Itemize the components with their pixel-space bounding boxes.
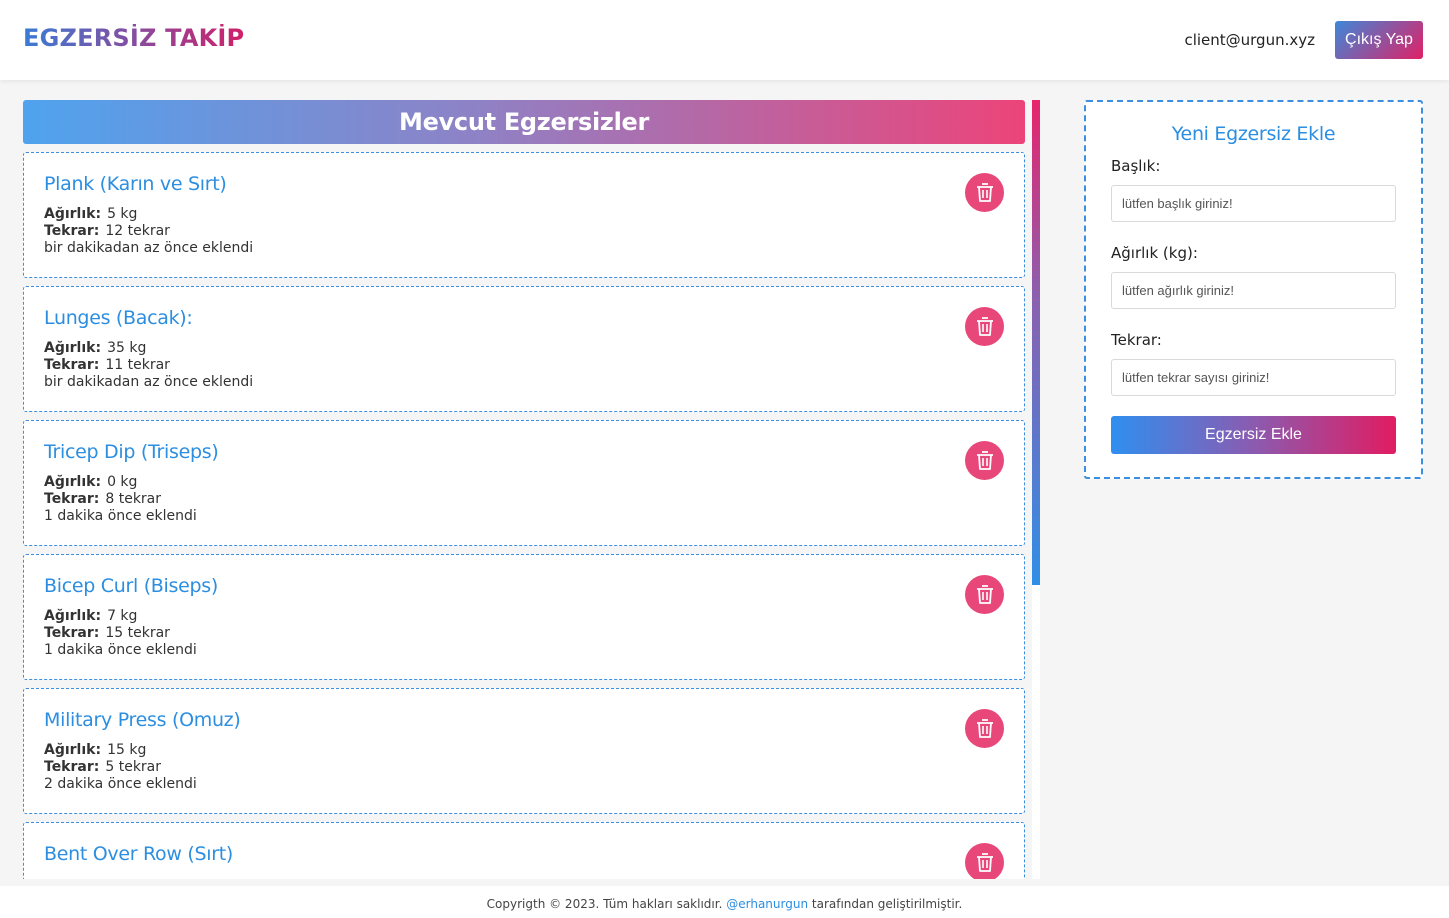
weight-label: Ağırlık (kg):: [1111, 244, 1198, 262]
exercise-timestamp: 2 dakika önce eklendi: [44, 776, 197, 792]
trash-icon: [976, 316, 993, 336]
exercise-weight: Ağırlık: 15 kg: [44, 742, 146, 758]
trash-icon: [976, 852, 993, 872]
exercise-reps: Tekrar: 8 tekrar: [44, 491, 161, 507]
logout-button[interactable]: Çıkış Yap: [1335, 21, 1423, 59]
exercise-card: Plank (Karın ve Sırt) Ağırlık: 5 kg Tekra…: [23, 152, 1025, 278]
author-link[interactable]: @erhanurgun: [726, 897, 808, 911]
exercise-weight: Ağırlık: 7 kg: [44, 608, 137, 624]
top-navbar: EGZERSİZ TAKİP client@urgun.xyz Çıkış Ya…: [0, 0, 1449, 80]
exercise-title: Lunges (Bacak):: [44, 307, 193, 329]
delete-exercise-button[interactable]: [965, 307, 1004, 346]
weight-value: 5 kg: [107, 206, 138, 222]
exercise-reps: Tekrar: 5 tekrar: [44, 759, 161, 775]
exercise-reps: Tekrar: 15 tekrar: [44, 625, 170, 641]
reps-label: Tekrar:: [44, 357, 100, 373]
reps-value: 15 tekrar: [105, 625, 170, 641]
trash-icon: [976, 718, 993, 738]
reps-value: 11 tekrar: [105, 357, 170, 373]
exercise-timestamp: bir dakikadan az önce eklendi: [44, 240, 254, 256]
exercise-reps: Tekrar: 12 tekrar: [44, 223, 170, 239]
delete-exercise-button[interactable]: [965, 709, 1004, 748]
exercise-title: Plank (Karın ve Sırt): [44, 173, 227, 195]
title-label: Başlık:: [1111, 157, 1161, 175]
reps-label: Tekrar:: [44, 759, 100, 775]
reps-input[interactable]: [1111, 359, 1396, 396]
exercise-cards: Plank (Karın ve Sırt) Ağırlık: 5 kg Tekra…: [23, 152, 1025, 879]
delete-exercise-button[interactable]: [965, 575, 1004, 614]
exercise-list-title: Mevcut Egzersizler: [398, 108, 650, 136]
reps-value: 12 tekrar: [105, 223, 170, 239]
exercise-list-header: Mevcut Egzersizler: [23, 100, 1025, 144]
title-input[interactable]: [1111, 185, 1396, 222]
reps-label: Tekrar:: [44, 491, 100, 507]
weight-label: Ağırlık:: [44, 474, 102, 490]
app-logo[interactable]: EGZERSİZ TAKİP: [23, 24, 244, 52]
weight-value: 7 kg: [107, 608, 138, 624]
weight-label: Ağırlık:: [44, 206, 102, 222]
reps-value: 5 tekrar: [105, 759, 162, 775]
exercise-title: Tricep Dip (Triseps): [44, 441, 219, 463]
weight-label: Ağırlık:: [44, 742, 102, 758]
user-email: client@urgun.xyz: [1184, 31, 1315, 49]
reps-label: Tekrar:: [1111, 331, 1162, 349]
add-exercise-button[interactable]: Egzersiz Ekle: [1111, 416, 1396, 454]
weight-label: Ağırlık:: [44, 608, 102, 624]
weight-input[interactable]: [1111, 272, 1396, 309]
delete-exercise-button[interactable]: [965, 441, 1004, 480]
exercise-timestamp: 1 dakika önce eklendi: [44, 508, 197, 524]
weight-value: 0 kg: [107, 474, 138, 490]
exercise-timestamp: bir dakikadan az önce eklendi: [44, 374, 254, 390]
exercise-timestamp: 1 dakika önce eklendi: [44, 642, 197, 658]
delete-exercise-button[interactable]: [965, 173, 1004, 212]
exercise-card: Lunges (Bacak): Ağırlık: 35 kg Tekrar: 11 …: [23, 286, 1025, 412]
footer-copyright: Copyrigth © 2023. Tüm hakları saklıdır.: [486, 897, 723, 911]
exercise-card: Military Press (Omuz) Ağırlık: 15 kg Tekr…: [23, 688, 1025, 814]
footer-suffix: tarafından geliştirilmiştir.: [811, 897, 963, 911]
add-exercise-form: Yeni Egzersiz Ekle Başlık: Ağırlık (kg):…: [1084, 100, 1423, 479]
exercise-weight: Ağırlık: 35 kg: [44, 340, 146, 356]
trash-icon: [976, 450, 993, 470]
exercise-weight: Ağırlık: 5 kg: [44, 206, 137, 222]
exercise-card: Bicep Curl (Biseps) Ağırlık: 7 kg Tekrar:…: [23, 554, 1025, 680]
exercise-card: Tricep Dip (Triseps) Ağırlık: 0 kg Tekrar…: [23, 420, 1025, 546]
exercise-list-panel: Mevcut Egzersizler Plank (Karın ve Sırt)…: [23, 100, 1041, 879]
weight-label: Ağırlık:: [44, 340, 102, 356]
form-title: Yeni Egzersiz Ekle: [1171, 123, 1336, 145]
reps-label: Tekrar:: [44, 625, 100, 641]
exercise-reps: Tekrar: 11 tekrar: [44, 357, 170, 373]
exercise-card: Bent Over Row (Sırt): [23, 822, 1025, 879]
weight-value: 35 kg: [107, 340, 147, 356]
weight-value: 15 kg: [107, 742, 147, 758]
trash-icon: [976, 584, 993, 604]
exercise-title: Bent Over Row (Sırt): [44, 843, 233, 865]
footer: Copyrigth © 2023. Tüm hakları saklıdır. …: [0, 886, 1449, 918]
scrollbar-thumb[interactable]: [1032, 100, 1040, 585]
exercise-weight: Ağırlık: 0 kg: [44, 474, 137, 490]
reps-label: Tekrar:: [44, 223, 100, 239]
delete-exercise-button[interactable]: [965, 843, 1004, 879]
reps-value: 8 tekrar: [105, 491, 162, 507]
trash-icon: [976, 182, 993, 202]
exercise-title: Bicep Curl (Biseps): [44, 575, 218, 597]
exercise-title: Military Press (Omuz): [44, 709, 241, 731]
